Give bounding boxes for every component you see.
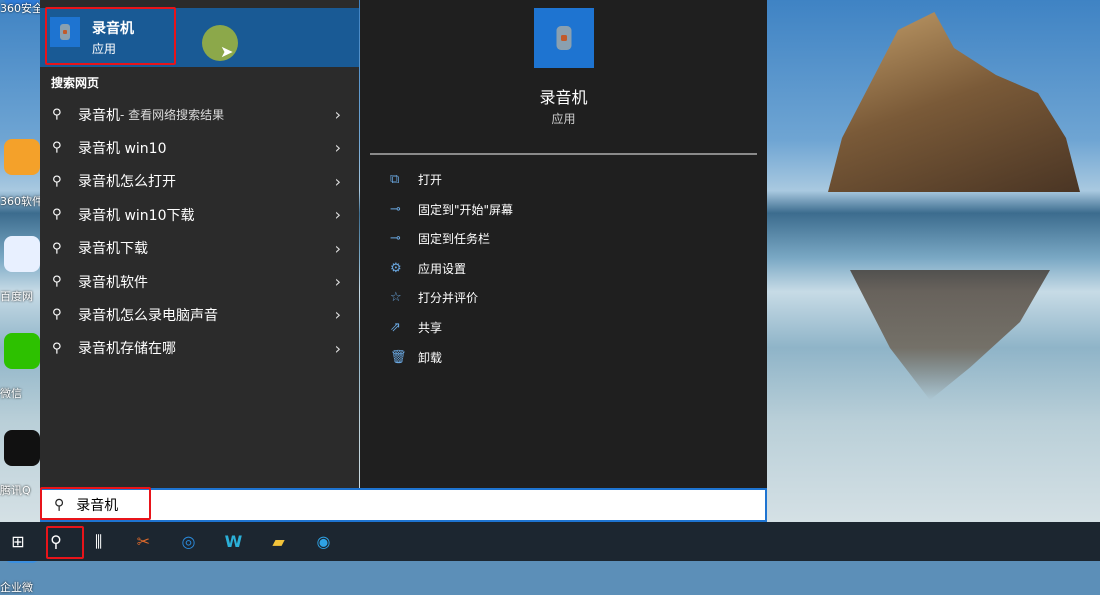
chevron-right-icon[interactable]: › [335, 239, 341, 258]
suggestion-text: 录音机 win10 [78, 140, 167, 157]
web-suggestion[interactable]: ⚲ 录音机存储在哪 › [40, 332, 359, 365]
action-label: 固定到任务栏 [418, 232, 491, 247]
windows-icon: ⊞ [11, 532, 25, 551]
taskbar: ⊞ ⚲ ⫼ ✂ ◎ W ▰ ◉ [0, 522, 1100, 561]
search-icon: ⚲ [52, 240, 62, 256]
star-icon: ☆ [390, 290, 402, 306]
divider [370, 153, 757, 155]
suggestion-text: 录音机 win10下载 [78, 207, 195, 224]
desktop-icon[interactable] [4, 333, 40, 369]
taskbar-file-explorer[interactable]: ▰ [256, 522, 301, 561]
action-item[interactable]: ☆ 打分并评价 [390, 289, 478, 306]
suggestion-text: 录音机下载 [78, 241, 148, 258]
web-suggestion[interactable]: ⚲ 录音机下载 › [40, 232, 359, 265]
chevron-right-icon[interactable]: › [335, 105, 341, 124]
chevron-right-icon[interactable]: › [335, 205, 341, 224]
wps-icon: W [224, 532, 243, 551]
pin-icon: ⊸ [390, 231, 401, 247]
mouse-cursor-icon: ➤ [220, 42, 234, 61]
web-suggestion[interactable]: ⚲ 录音机怎么录电脑声音 › [40, 298, 359, 331]
share-icon: ⇗ [390, 320, 401, 335]
pin-icon: ⊸ [390, 201, 401, 217]
voice-recorder-large-icon [534, 8, 594, 68]
suggestion-subtext: - 查看网络搜索结果 [120, 108, 225, 122]
desktop-icon-label: 360软件 [0, 195, 40, 208]
suggestion-text: 录音机软件 [78, 274, 148, 291]
action-item[interactable]: ⚙ 应用设置 [390, 260, 466, 277]
action-item[interactable]: ⊸ 固定到任务栏 [390, 230, 490, 247]
chat-icon: ◎ [181, 532, 196, 551]
desktop-icon-label: 百度网 [0, 290, 33, 303]
detail-app-name: 录音机 [539, 88, 588, 107]
web-suggestion[interactable]: ⚲ 录音机 win10 › [40, 131, 359, 164]
desktop-icon-label: 360安全 [0, 2, 40, 15]
gear-icon: ⚙ [390, 260, 402, 276]
taskbar-edge[interactable]: ◉ [301, 522, 346, 561]
chevron-right-icon[interactable]: › [335, 172, 341, 191]
open-icon: ⧉ [390, 172, 400, 187]
desktop-icon[interactable] [4, 139, 40, 175]
chevron-right-icon[interactable]: › [335, 272, 341, 291]
desktop-icon-label: 企业微 [0, 581, 33, 594]
web-search-heading: 搜索网页 [51, 76, 100, 90]
search-icon: ⚲ [52, 140, 62, 156]
web-suggestion[interactable]: ⚲ 录音机怎么打开 › [40, 165, 359, 198]
taskbar-app-wps[interactable]: W [211, 522, 256, 561]
action-item[interactable]: ⧉ 打开 [390, 171, 442, 188]
taskbar-app-scissors[interactable]: ✂ [121, 522, 166, 561]
web-suggestion[interactable]: ⚲ 录音机 - 查看网络搜索结果 › [40, 98, 359, 131]
start-button[interactable]: ⊞ [0, 522, 36, 561]
search-icon: ⚲ [52, 173, 62, 189]
action-label: 应用设置 [418, 261, 467, 276]
annotation-box [46, 526, 84, 559]
search-icon: ⚲ [52, 340, 62, 356]
scissors-icon: ✂ [136, 532, 151, 551]
annotation-box [45, 7, 176, 65]
web-suggestion[interactable]: ⚲ 录音机 win10下载 › [40, 198, 359, 231]
desktop-icon[interactable] [4, 236, 40, 272]
suggestion-text: 录音机怎么打开 [78, 174, 176, 191]
action-label: 共享 [418, 321, 443, 335]
chevron-right-icon[interactable]: › [335, 339, 341, 358]
desktop-icon-label: 微信 [0, 387, 22, 400]
suggestion-text: 录音机存储在哪 [78, 341, 176, 358]
action-item[interactable]: ⊸ 固定到"开始"屏幕 [390, 201, 513, 218]
suggestion-text: 录音机怎么录电脑声音 [78, 307, 218, 324]
edge-icon: ◉ [316, 532, 331, 551]
annotation-box [40, 487, 151, 520]
app-detail-panel: 录音机 应用 ⧉ 打开 ⊸ 固定到"开始"屏幕 ⊸ 固定到任务栏 ⚙ 应用设置 ☆ 打分并评价 ⇗ 共… [360, 0, 767, 488]
task-view-icon: ⫼ [94, 531, 103, 551]
suggestion-text: 录音机 [78, 107, 120, 124]
desktop-icon[interactable] [4, 430, 40, 466]
taskbar-app-chat[interactable]: ◎ [166, 522, 211, 561]
action-item[interactable]: ⇗ 共享 [390, 319, 442, 336]
wallpaper-reflection [850, 270, 1050, 400]
web-suggestion[interactable]: ⚲ 录音机软件 › [40, 265, 359, 298]
folder-icon: ▰ [272, 532, 285, 551]
search-icon: ⚲ [52, 207, 62, 223]
desktop-icon-label: 腾讯Q [0, 484, 31, 497]
wallpaper-rock [828, 12, 1080, 192]
chevron-right-icon[interactable]: › [335, 305, 341, 324]
search-icon: ⚲ [52, 274, 62, 289]
action-label: 固定到"开始"屏幕 [418, 202, 514, 217]
search-icon: ⚲ [52, 307, 62, 323]
action-item[interactable]: 🗑 卸载 [390, 349, 442, 366]
search-results-panel: 录音机 应用 ➤ 搜索网页 ⚲ 录音机 - 查看网络搜索结果 › ⚲ 录音机 win10… [40, 0, 359, 488]
action-label: 打开 [418, 173, 443, 187]
trash-icon: 🗑 [390, 349, 407, 365]
action-label: 卸载 [418, 350, 443, 365]
search-icon: ⚲ [52, 107, 62, 122]
action-label: 打分并评价 [418, 291, 479, 306]
chevron-right-icon[interactable]: › [335, 138, 341, 157]
detail-app-type: 应用 [551, 112, 576, 126]
